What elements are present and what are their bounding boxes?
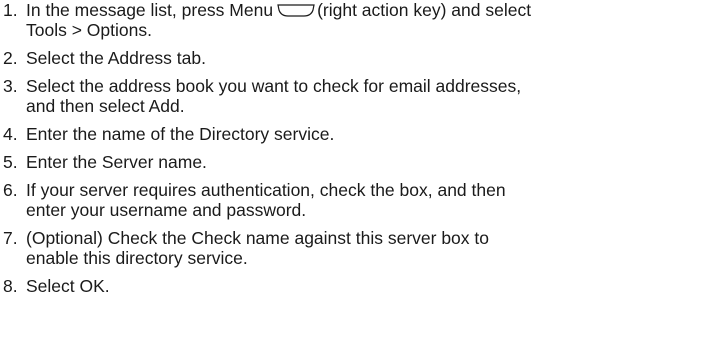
page: { "steps": [ { "number": "1.", "line1_be… xyxy=(0,0,708,341)
step-3: 3. Select the address book you want to c… xyxy=(0,76,708,116)
step-text-line: enable this directory service. xyxy=(26,248,248,268)
step-number: 1. xyxy=(3,0,18,20)
step-7: 7. (Optional) Check the Check name again… xyxy=(0,228,708,268)
step-1: 1. In the message list, press Menu (right… xyxy=(0,0,708,40)
step-text-line: Select OK. xyxy=(26,276,110,296)
step-number: 2. xyxy=(3,48,18,68)
step-2: 2. Select the Address tab. xyxy=(0,48,708,68)
step-text-line: enter your username and password. xyxy=(26,200,307,220)
step-8: 8. Select OK. xyxy=(0,276,708,296)
step-6: 6. If your server requires authenticatio… xyxy=(0,180,708,220)
steps-list: 1. In the message list, press Menu (right… xyxy=(0,0,708,304)
step-text-line: and then select Add. xyxy=(26,96,185,116)
step-5: 5. Enter the Server name. xyxy=(0,152,708,172)
step-number: 3. xyxy=(3,76,18,96)
step-text-line: If your server requires authentication, … xyxy=(26,180,506,200)
step-text-line: In the message list, press Menu (right ac… xyxy=(26,0,708,20)
right-action-key-icon xyxy=(277,4,315,17)
step-text-line: Select the address book you want to chec… xyxy=(26,76,522,96)
step-number: 8. xyxy=(3,276,18,296)
step-text-line: Enter the Server name. xyxy=(26,152,207,172)
step-number: 6. xyxy=(3,180,18,200)
step-number: 4. xyxy=(3,124,18,144)
step-4: 4. Enter the name of the Directory servi… xyxy=(0,124,708,144)
step-text-line: (Optional) Check the Check name against … xyxy=(26,228,489,248)
step-text-line: Tools > Options. xyxy=(26,20,152,40)
step-text-line: Enter the name of the Directory service. xyxy=(26,124,335,144)
step-text-line: Select the Address tab. xyxy=(26,48,206,68)
step-text: (right action key) and select xyxy=(317,0,532,20)
step-number: 5. xyxy=(3,152,18,172)
step-number: 7. xyxy=(3,228,18,248)
step-text: In the message list, press Menu xyxy=(26,0,274,20)
